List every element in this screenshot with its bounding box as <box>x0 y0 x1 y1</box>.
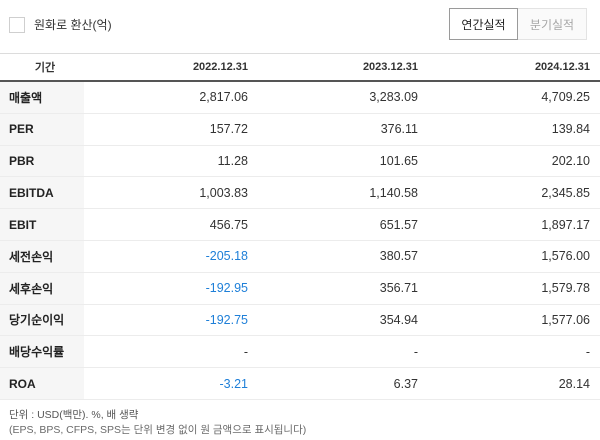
row-label: 세후손익 <box>0 272 84 304</box>
table-row: PER 157.72 376.11 139.84 <box>0 113 600 146</box>
table-row: 매출액 2,817.06 3,283.09 4,709.25 <box>0 82 600 114</box>
table-row: 배당수익률 - - - <box>0 336 600 369</box>
table-cell: 354.94 <box>379 312 418 327</box>
table-body: 매출액 2,817.06 3,283.09 4,709.25 PER 157.72 376.… <box>0 82 600 400</box>
row-label: 배당수익률 <box>0 336 84 368</box>
table-cell: 651.57 <box>379 217 418 232</box>
table-cell: 2,345.85 <box>541 185 590 200</box>
financial-table: 기간 2022.12.31 2023.12.31 2024.12.31 매출액 2… <box>0 53 600 400</box>
table-cell: 157.72 <box>209 122 248 137</box>
table-cell: 11.28 <box>217 153 248 168</box>
row-label: 매출액 <box>0 82 84 113</box>
table-cell: 1,003.83 <box>199 185 248 200</box>
table-cell: 356.71 <box>379 281 418 296</box>
table-cell: 376.11 <box>380 122 418 137</box>
unit-note: 단위 : USD(백만). %, 배 생략 <box>9 409 139 421</box>
table-cell: 1,140.58 <box>369 185 418 200</box>
table-cell: 4,709.25 <box>541 90 590 105</box>
table-cell: -205.18 <box>205 249 248 264</box>
table-footnote: 단위 : USD(백만). %, 배 생략 (EPS, BPS, CFPS, S… <box>9 408 306 438</box>
table-cell: 2,817.06 <box>199 90 248 105</box>
table-cell: - <box>413 344 418 359</box>
table-row: EBIT 456.75 651.57 1,897.17 <box>0 209 600 241</box>
table-row: 당기순이익 -192.75 354.94 1,577.06 <box>0 304 600 337</box>
table-cell: 28.14 <box>558 376 590 391</box>
table-cell: 6.37 <box>393 376 418 391</box>
header-col-2: 2023.12.31 <box>362 61 418 73</box>
toolbar: 원화로 환산(억) 연간실적 분기실적 <box>0 0 600 52</box>
table-row: ROA -3.21 6.37 28.14 <box>0 368 600 400</box>
table-row: PBR 11.28 101.65 202.10 <box>0 145 600 178</box>
row-label: ROA <box>0 368 84 399</box>
row-label: EBIT <box>0 209 84 240</box>
period-tabs: 연간실적 분기실적 <box>449 8 587 40</box>
krw-convert-label: 원화로 환산(억) <box>34 18 112 32</box>
table-cell: 456.75 <box>209 217 248 232</box>
table-cell: - <box>243 344 248 359</box>
row-label: PER <box>0 113 84 145</box>
row-label: 당기순이익 <box>0 304 84 336</box>
table-cell: -192.75 <box>205 312 248 327</box>
table-row: 세후손익 -192.95 356.71 1,579.78 <box>0 272 600 305</box>
row-label: EBITDA <box>0 177 84 209</box>
table-row: 세전손익 -205.18 380.57 1,576.00 <box>0 240 600 273</box>
header-col-1: 2022.12.31 <box>192 61 248 73</box>
table-cell: - <box>585 344 590 359</box>
table-cell: -192.95 <box>205 281 248 296</box>
table-cell: 380.57 <box>379 249 418 264</box>
table-cell: 1,897.17 <box>541 217 590 232</box>
krw-convert-toggle[interactable]: 원화로 환산(억) <box>9 16 112 33</box>
table-cell: 101.65 <box>379 153 418 168</box>
table-cell: -3.21 <box>219 376 249 391</box>
table-cell: 1,579.78 <box>541 281 590 296</box>
table-cell: 1,576.00 <box>541 249 590 264</box>
table-cell: 3,283.09 <box>369 90 418 105</box>
header-col-3: 2024.12.31 <box>534 61 590 73</box>
table-header-row: 기간 2022.12.31 2023.12.31 2024.12.31 <box>0 53 600 82</box>
tab-annual[interactable]: 연간실적 <box>449 8 518 40</box>
row-label: 세전손익 <box>0 240 84 272</box>
row-label: PBR <box>0 145 84 177</box>
tab-quarterly[interactable]: 분기실적 <box>518 8 587 40</box>
table-cell: 202.10 <box>551 153 590 168</box>
table-row: EBITDA 1,003.83 1,140.58 2,345.85 <box>0 177 600 210</box>
table-cell: 139.84 <box>551 122 590 137</box>
eps-note: (EPS, BPS, CFPS, SPS는 단위 변경 없이 원 금액으로 표시… <box>9 424 307 436</box>
table-cell: 1,577.06 <box>541 312 590 327</box>
krw-convert-checkbox[interactable] <box>9 16 25 33</box>
header-period: 기간 <box>34 62 56 74</box>
